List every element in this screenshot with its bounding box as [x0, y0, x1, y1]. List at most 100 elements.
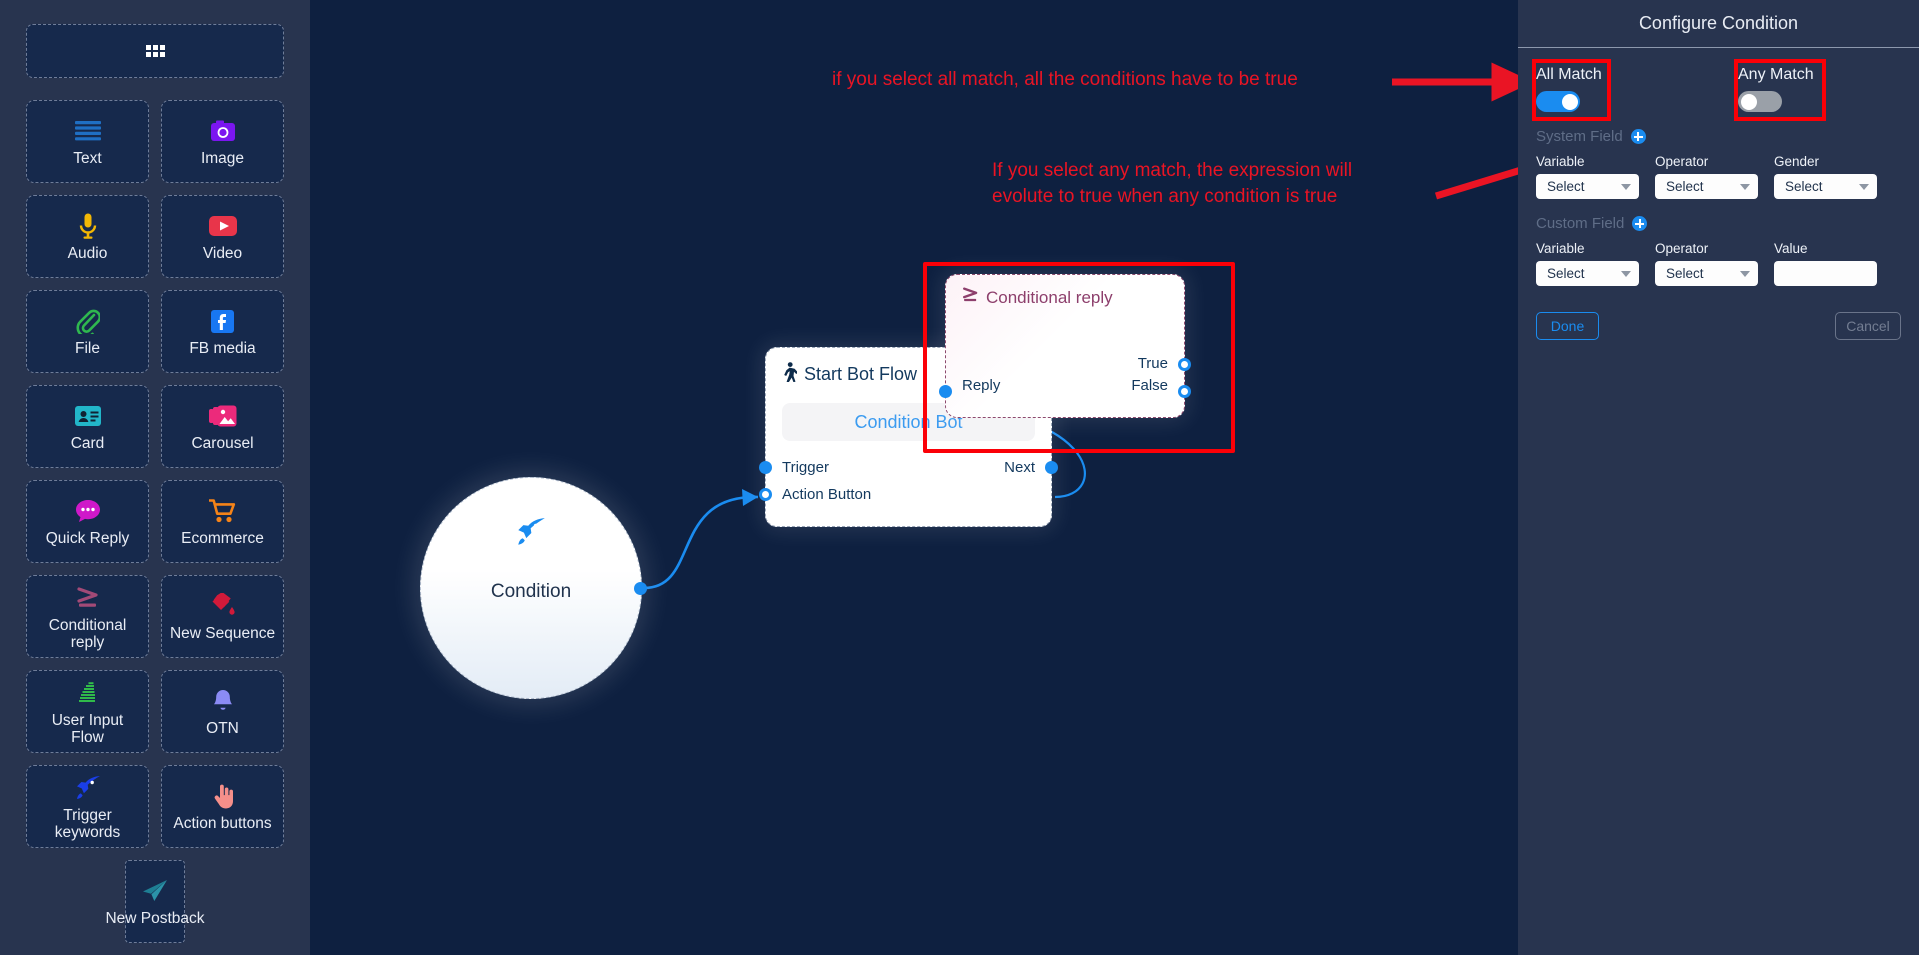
tile-label: File — [75, 340, 100, 357]
tile-new-sequence[interactable]: New Sequence — [161, 575, 284, 658]
highlight-box-all-match — [1532, 59, 1611, 121]
port-condition-out[interactable] — [634, 582, 647, 595]
plus-circle-icon[interactable] — [1630, 129, 1646, 144]
port-next-dot[interactable] — [1045, 461, 1058, 474]
tile-otn[interactable]: OTN — [161, 670, 284, 753]
chevron-down-icon — [1621, 183, 1631, 190]
port-trigger-dot[interactable] — [759, 461, 772, 474]
system-gender-field: Gender Select — [1774, 154, 1877, 199]
select-value: Select — [1547, 179, 1585, 194]
node-condition-circle[interactable]: Condition — [420, 477, 647, 699]
tile-label: Action buttons — [173, 815, 272, 832]
custom-field-row: Variable Select Operator Select Value — [1536, 241, 1901, 286]
select-value: Select — [1547, 266, 1585, 281]
system-variable-field: Variable Select — [1536, 154, 1639, 199]
component-sidebar: Text Image Audio Video File FB media Car… — [0, 0, 310, 955]
tile-label: Carousel — [191, 435, 254, 452]
tile-fb-media[interactable]: FB media — [161, 290, 284, 373]
annotation-any-match: If you select any match, the expression … — [992, 160, 1353, 207]
custom-variable-select[interactable]: Select — [1536, 261, 1639, 286]
tile-label: User Input Flow — [51, 711, 124, 746]
greater-equal-icon — [76, 583, 100, 613]
component-flow-canvas[interactable]: Condition Start Bot Flow Condition Bot T… — [310, 0, 1518, 955]
field-label: Operator — [1655, 154, 1709, 169]
component-postback-row: New Postback — [26, 860, 284, 943]
select-value: Select — [1666, 266, 1704, 281]
system-variable-select[interactable]: Select — [1536, 174, 1639, 199]
port-row-action-button: Action Button — [766, 481, 1051, 508]
tile-action-buttons[interactable]: Action buttons — [161, 765, 284, 848]
tile-quick-reply[interactable]: Quick Reply — [26, 480, 149, 563]
id-card-icon — [74, 401, 101, 431]
field-label: Variable — [1536, 241, 1585, 256]
tile-card[interactable]: Card — [26, 385, 149, 468]
tile-text[interactable]: Text — [26, 100, 149, 183]
grid-menu-button[interactable] — [26, 24, 284, 78]
camera-icon — [210, 116, 236, 146]
shopping-cart-icon — [208, 496, 237, 526]
lines-icon — [74, 116, 101, 146]
port-action-button-label: Action Button — [782, 486, 872, 503]
tile-label: Text — [73, 150, 102, 167]
youtube-icon — [208, 211, 237, 241]
tile-video[interactable]: Video — [161, 195, 284, 278]
app-root: Text Image Audio Video File FB media Car… — [0, 0, 1919, 955]
done-button[interactable]: Done — [1536, 312, 1599, 340]
tile-ecommerce[interactable]: Ecommerce — [161, 480, 284, 563]
tile-label: Image — [200, 150, 245, 167]
port-trigger-label: Trigger — [782, 459, 829, 476]
field-label: Variable — [1536, 154, 1585, 169]
grid-icon — [145, 45, 165, 57]
annotation-all-match: if you select all match, all the conditi… — [832, 69, 1298, 90]
field-label: Value — [1774, 241, 1808, 256]
tile-label: New Sequence — [169, 625, 276, 642]
field-label: Gender — [1774, 154, 1820, 169]
tile-conditional-reply[interactable]: Conditional reply — [26, 575, 149, 658]
custom-variable-field: Variable Select — [1536, 241, 1639, 286]
tile-trigger-keywords[interactable]: Trigger keywords — [26, 765, 149, 848]
highlight-box-any-match — [1734, 59, 1826, 121]
highlight-box-conditional-node — [923, 262, 1235, 453]
custom-value-field: Value — [1774, 241, 1877, 286]
tile-label: Trigger keywords — [54, 806, 121, 841]
system-field-heading: System Field — [1536, 128, 1623, 145]
tile-label: Quick Reply — [45, 530, 130, 547]
tile-image[interactable]: Image — [161, 100, 284, 183]
rocket-icon — [516, 518, 546, 551]
port-row-trigger-next: Trigger Next — [766, 454, 1051, 481]
select-value: Select — [1785, 179, 1823, 194]
port-action-button-dot[interactable] — [759, 488, 772, 501]
system-field-row: Variable Select Operator Select Gender S… — [1536, 154, 1901, 199]
tile-new-postback[interactable]: New Postback — [105, 860, 205, 943]
custom-field-heading: Custom Field — [1536, 215, 1625, 232]
tile-audio[interactable]: Audio — [26, 195, 149, 278]
panel-title: Configure Condition — [1518, 0, 1919, 48]
custom-field-heading-row: Custom Field — [1536, 215, 1901, 232]
system-gender-select[interactable]: Select — [1774, 174, 1877, 199]
chevron-down-icon — [1859, 183, 1869, 190]
tile-file[interactable]: File — [26, 290, 149, 373]
field-label: Operator — [1655, 241, 1709, 256]
paper-plane-icon — [142, 876, 168, 906]
node-start-ports: Trigger Next Action Button — [766, 454, 1051, 508]
tile-label: Card — [70, 435, 105, 452]
microphone-icon — [78, 211, 98, 241]
tile-user-input-flow[interactable]: User Input Flow — [26, 670, 149, 753]
paperclip-icon — [75, 306, 100, 336]
select-value: Select — [1666, 179, 1704, 194]
chevron-down-icon — [1740, 270, 1750, 277]
chat-bubble-icon — [75, 496, 101, 526]
chevron-down-icon — [1621, 270, 1631, 277]
bell-icon — [212, 686, 234, 716]
cancel-button[interactable]: Cancel — [1835, 312, 1901, 340]
system-field-heading-row: System Field — [1536, 128, 1901, 145]
plus-circle-icon[interactable] — [1632, 216, 1648, 231]
rocket-icon — [75, 773, 101, 803]
tile-label: Conditional reply — [48, 616, 127, 651]
custom-operator-select[interactable]: Select — [1655, 261, 1758, 286]
system-operator-select[interactable]: Select — [1655, 174, 1758, 199]
tile-carousel[interactable]: Carousel — [161, 385, 284, 468]
images-stack-icon — [208, 401, 237, 431]
node-start-title: Start Bot Flow — [804, 364, 918, 384]
custom-value-input[interactable] — [1774, 261, 1877, 286]
